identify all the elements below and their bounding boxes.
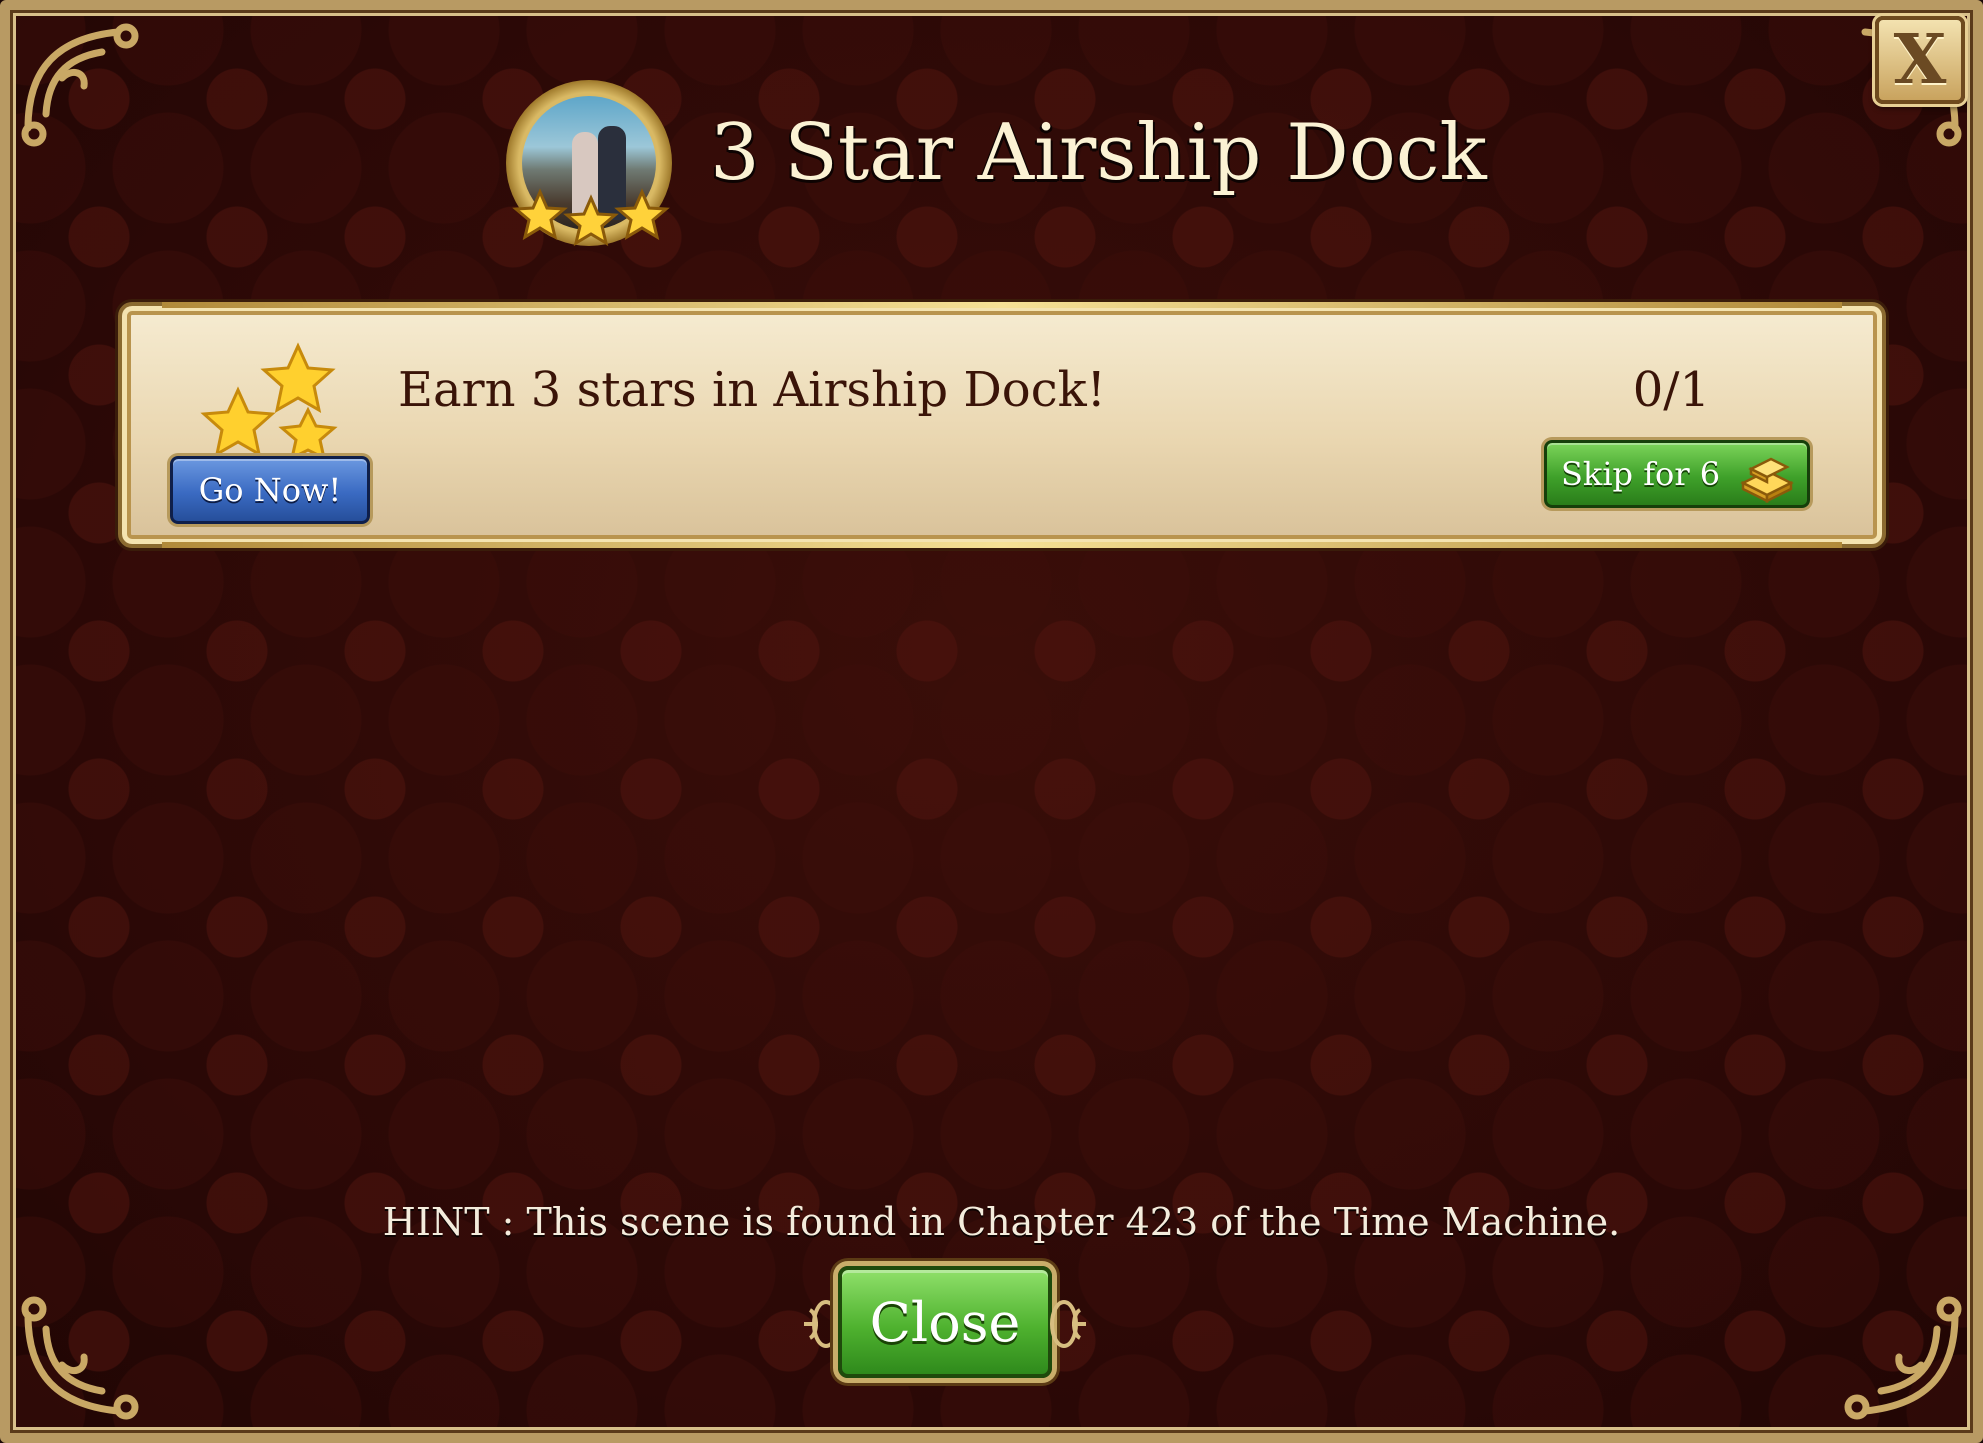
close-button-group: Close: [800, 1262, 1090, 1392]
flourish-icon: [1050, 1300, 1086, 1348]
go-now-button[interactable]: Go Now!: [170, 456, 370, 524]
task-description: Earn 3 stars in Airship Dock!: [398, 362, 1106, 418]
three-stars-icon: [512, 188, 670, 247]
corner-ornament-icon: [18, 1295, 148, 1425]
airship-dock-scene-badge-icon: [506, 80, 672, 247]
skip-button[interactable]: Skip for 6: [1544, 440, 1810, 508]
task-row: Go Now! Earn 3 stars in Airship Dock! 0/…: [118, 302, 1886, 548]
corner-ornament-icon: [18, 18, 148, 148]
close-button[interactable]: Close: [838, 1266, 1052, 1378]
skip-button-label: Skip for 6: [1561, 455, 1721, 493]
hint-text: HINT : This scene is found in Chapter 42…: [382, 1200, 1621, 1244]
task-progress: 0/1: [1632, 362, 1710, 418]
stars-icon: [200, 342, 338, 461]
gold-bars-icon: [1740, 457, 1794, 504]
close-icon: X: [1893, 20, 1947, 100]
dialog-frame: X 3 Star Airship Dock Go Now! Earn 3 sta…: [0, 0, 1983, 1443]
corner-ornament-icon: [1835, 1295, 1965, 1425]
dialog-title: 3 Star Airship Dock: [710, 108, 1487, 198]
close-icon-button[interactable]: X: [1875, 16, 1965, 104]
